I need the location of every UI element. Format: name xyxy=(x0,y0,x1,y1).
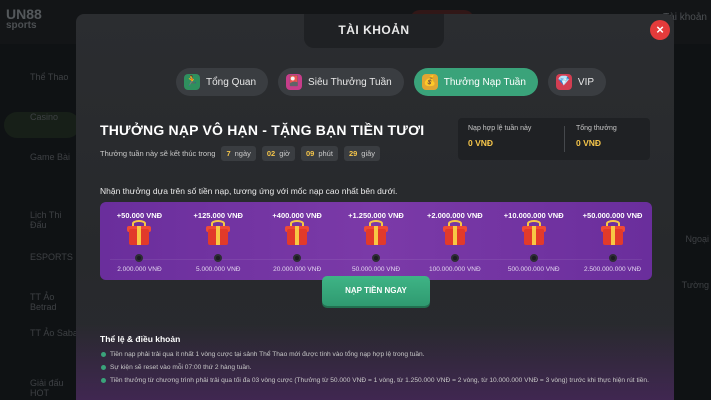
reward-bonus: +10.000.000 VNĐ xyxy=(503,211,564,220)
total-bonus-label: Tổng thưởng xyxy=(576,125,617,132)
countdown-seconds-value: 29 xyxy=(348,149,358,158)
gem-icon: 💎 xyxy=(555,74,572,90)
tab-label: Siêu Thưởng Tuần xyxy=(308,76,392,88)
tier-marker xyxy=(529,254,538,262)
countdown-days: 7 ngày xyxy=(221,146,256,161)
gift-icon xyxy=(205,220,231,246)
modal-title: TÀI KHOẢN xyxy=(304,14,444,48)
close-icon[interactable]: × xyxy=(650,20,670,40)
tab-label: Tổng Quan xyxy=(206,76,257,88)
gift-icon xyxy=(521,220,547,246)
reward-threshold: 2.500.000.000 VNĐ xyxy=(584,266,642,273)
tab-sieu-thuong-tuan[interactable]: 🎴 Siêu Thưởng Tuần xyxy=(278,68,404,96)
gift-icon xyxy=(284,220,310,246)
gift-icon xyxy=(442,220,468,246)
countdown-timer: Thưởng tuần này sẽ kết thúc trong 7 ngày … xyxy=(100,146,381,161)
tier-marker xyxy=(608,254,617,262)
countdown-minutes-value: 09 xyxy=(305,149,315,158)
tier-marker xyxy=(371,254,380,262)
term-item: Sự kiện sẽ reset vào mỗi 07:00 thứ 2 hàn… xyxy=(100,363,660,372)
countdown-seconds-unit: giây xyxy=(361,149,376,158)
reward-tier: +125.000 VNĐ 5.000.000 VNĐ xyxy=(179,202,258,280)
reward-threshold: 500.000.000 VNĐ xyxy=(507,266,560,273)
reward-tier: +50.000.000 VNĐ 2.500.000.000 VNĐ xyxy=(573,202,652,280)
countdown-days-unit: ngày xyxy=(234,149,251,158)
reward-threshold: 5.000.000 VNĐ xyxy=(196,266,241,273)
countdown-hours-value: 02 xyxy=(266,149,276,158)
countdown-seconds: 29 giây xyxy=(343,146,381,161)
countdown-days-value: 7 xyxy=(226,149,231,158)
countdown-minutes-unit: phút xyxy=(318,149,333,158)
runner-icon: 🏃 xyxy=(184,74,200,90)
deposit-stats-panel: Nạp hợp lệ tuần này 0 VNĐ Tổng thưởng 0 … xyxy=(458,118,650,160)
tier-marker xyxy=(293,254,302,262)
tab-tong-quan[interactable]: 🏃 Tổng Quan xyxy=(176,68,269,96)
reward-bonus: +2.000.000 VNĐ xyxy=(427,211,483,220)
valid-deposit-value: 0 VNĐ xyxy=(468,138,494,148)
term-item: Tiền nạp phải trải qua ít nhất 1 vòng cư… xyxy=(100,350,660,359)
countdown-minutes: 09 phút xyxy=(300,146,338,161)
reward-bonus: +1.250.000 VNĐ xyxy=(348,211,404,220)
reward-bonus: +125.000 VNĐ xyxy=(193,211,243,220)
promo-headline: THƯỞNG NẠP VÔ HẠN - TẶNG BẠN TIỀN TƯƠI xyxy=(100,122,425,138)
total-bonus-stat: Tổng thưởng 0 VNĐ xyxy=(576,125,617,148)
reward-threshold: 50.000.000 VNĐ xyxy=(351,266,401,273)
reward-threshold: 2.000.000 VNĐ xyxy=(117,266,162,273)
reward-tier: +50.000 VNĐ 2.000.000 VNĐ xyxy=(100,202,179,280)
reward-tier: +2.000.000 VNĐ 100.000.000 VNĐ xyxy=(415,202,494,280)
reward-bonus: +400.000 VNĐ xyxy=(272,211,322,220)
term-item: Tiền thưởng từ chương trình phải trải qu… xyxy=(100,376,660,385)
deposit-now-button[interactable]: NẠP TIỀN NGAY xyxy=(322,276,430,306)
bag-icon: 💰 xyxy=(421,74,438,90)
reward-threshold: 20.000.000 VNĐ xyxy=(273,266,322,273)
reward-threshold: 100.000.000 VNĐ xyxy=(429,266,481,273)
reward-bonus: +50.000 VNĐ xyxy=(116,211,163,220)
valid-deposit-label: Nạp hợp lệ tuần này xyxy=(468,125,532,132)
tab-bar: 🏃 Tổng Quan 🎴 Siêu Thưởng Tuần 💰 Thưởng … xyxy=(176,68,607,96)
countdown-hours-unit: giờ xyxy=(279,149,290,158)
cards-icon: 🎴 xyxy=(286,74,303,90)
reward-tiers: +50.000 VNĐ 2.000.000 VNĐ +125.000 VNĐ 5.00… xyxy=(100,202,652,280)
reward-tier: +400.000 VNĐ 20.000.000 VNĐ xyxy=(258,202,337,280)
tier-marker xyxy=(135,254,144,262)
reward-bonus: +50.000.000 VNĐ xyxy=(582,211,643,220)
countdown-hours: 02 giờ xyxy=(261,146,295,161)
countdown-label: Thưởng tuần này sẽ kết thúc trong xyxy=(100,149,216,158)
total-bonus-value: 0 VNĐ xyxy=(576,138,602,148)
stats-divider xyxy=(564,126,565,152)
gift-icon xyxy=(600,220,626,246)
account-modal: TÀI KHOẢN × 🏃 Tổng Quan 🎴 Siêu Thưởng Tu… xyxy=(76,14,674,400)
gift-icon xyxy=(126,220,152,246)
tab-thuong-nap-tuan[interactable]: 💰 Thưởng Nạp Tuần xyxy=(413,68,538,96)
reward-tier: +1.250.000 VNĐ 50.000.000 VNĐ xyxy=(337,202,416,280)
terms-list: Tiền nạp phải trải qua ít nhất 1 vòng cư… xyxy=(100,350,660,389)
terms-title: Thể lệ & điều khoản xyxy=(100,334,181,344)
tab-label: Thưởng Nạp Tuần xyxy=(443,76,526,88)
gift-icon xyxy=(363,220,389,246)
valid-deposit-stat: Nạp hợp lệ tuần này 0 VNĐ xyxy=(468,125,531,148)
tab-vip[interactable]: 💎 VIP xyxy=(547,68,607,96)
promo-description: Nhận thưởng dựa trên số tiền nạp, tương … xyxy=(100,186,398,196)
tier-marker xyxy=(214,254,223,262)
tier-marker xyxy=(450,254,459,262)
reward-tier: +10.000.000 VNĐ 500.000.000 VNĐ xyxy=(494,202,573,280)
tab-label: VIP xyxy=(577,76,595,88)
